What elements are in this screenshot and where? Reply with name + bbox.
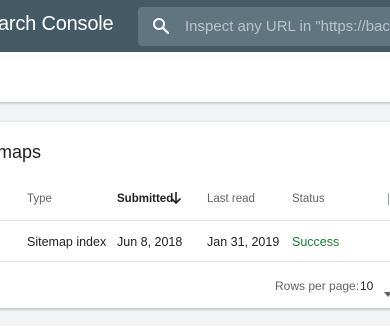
search-input[interactable]: Inspect any URL in "https://backlinko xyxy=(185,18,390,35)
column-header-status[interactable]: Status xyxy=(292,193,325,205)
top-app-bar: arch Console Inspect any URL in "https:/… xyxy=(0,0,390,52)
cell-type: Sitemap index xyxy=(27,235,107,249)
arrow-down-icon[interactable] xyxy=(170,191,182,205)
rows-per-page-value[interactable]: 10 xyxy=(360,279,373,293)
table-header-row: Type Submitted Last read Status xyxy=(0,172,390,221)
column-divider xyxy=(388,193,389,205)
app-title[interactable]: arch Console xyxy=(0,13,114,36)
column-header-type[interactable]: Type xyxy=(27,193,52,205)
cell-submitted: Jun 8, 2018 xyxy=(117,235,183,249)
bottom-card xyxy=(0,326,390,330)
search-icon[interactable] xyxy=(152,17,170,35)
table-row[interactable]: Sitemap index Jun 8, 2018 Jan 31, 2019 S… xyxy=(0,221,390,262)
rows-per-page-label: Rows per page: xyxy=(275,279,360,293)
status-badge: Success xyxy=(292,235,340,249)
triangle-down-icon[interactable] xyxy=(384,284,390,297)
cell-last-read: Jan 31, 2019 xyxy=(207,235,280,249)
top-card xyxy=(0,52,390,102)
card-title: maps xyxy=(0,142,42,162)
sitemaps-card: maps Type Submitted Last read Status Sit… xyxy=(0,122,390,308)
column-header-last-read[interactable]: Last read xyxy=(207,193,255,205)
url-inspect-search-box[interactable]: Inspect any URL in "https://backlinko xyxy=(138,7,390,46)
table-footer: Rows per page: 10 xyxy=(0,262,390,308)
search-console-page: arch Console Inspect any URL in "https:/… xyxy=(0,0,390,330)
column-header-submitted[interactable]: Submitted xyxy=(117,193,173,205)
